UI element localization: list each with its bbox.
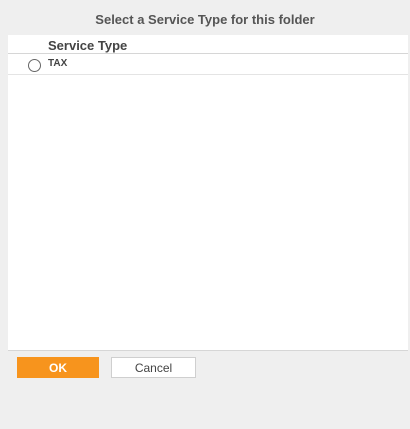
list-item[interactable]: TAX: [8, 54, 408, 75]
ok-button[interactable]: OK: [17, 357, 99, 378]
cancel-button[interactable]: Cancel: [111, 357, 196, 378]
dialog-title: Select a Service Type for this folder: [95, 12, 315, 27]
service-type-list: Service Type TAX: [8, 35, 408, 351]
service-type-radio[interactable]: [28, 59, 41, 72]
table-header: Service Type: [8, 35, 408, 54]
service-type-label: TAX: [48, 58, 68, 69]
service-type-column-header: Service Type: [48, 38, 128, 53]
